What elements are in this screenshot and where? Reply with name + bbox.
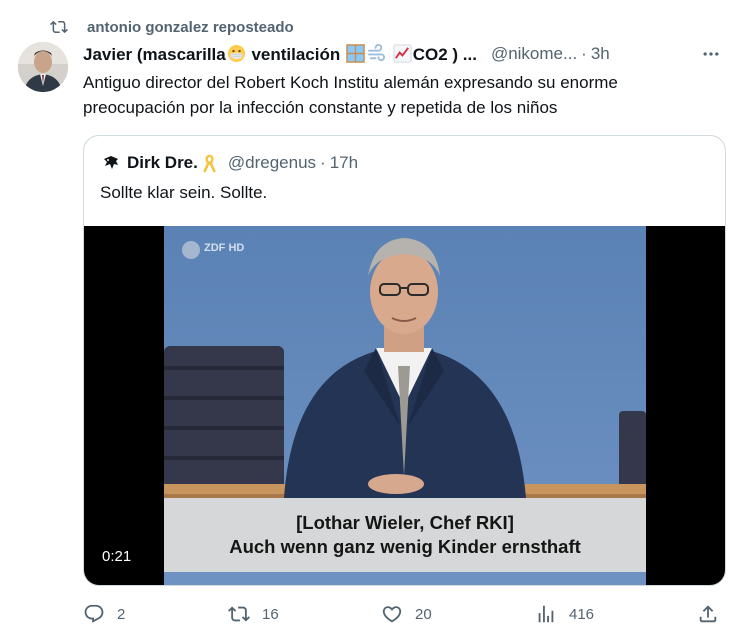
video-frame: ZDF HD [Lothar Wieler, Chef RKI] Auch we…	[164, 226, 646, 585]
subtitle-line-2: Auch wenn ganz wenig Kinder ernsthaft	[229, 536, 581, 557]
repost-count: 16	[262, 605, 279, 623]
mask-emoji	[227, 44, 246, 63]
avatar[interactable]	[18, 42, 68, 92]
quote-text: Sollte klar sein. Sollte.	[100, 183, 268, 202]
like-count: 20	[415, 605, 432, 623]
quote-author-handle[interactable]: @dregenus	[228, 153, 316, 173]
wind-emoji	[367, 43, 386, 63]
author-name-part2: ventilación	[246, 44, 345, 64]
reply-button[interactable]: 2	[83, 598, 125, 630]
author-handle[interactable]: @nikome...	[491, 44, 577, 64]
channel-logo: ZDF HD	[204, 242, 245, 254]
views-icon	[535, 603, 557, 625]
video-subtitle: [Lothar Wieler, Chef RKI] Auch wenn ganz…	[164, 498, 646, 572]
author-name-part3: CO2 ) ...	[412, 44, 477, 64]
reply-count: 2	[117, 605, 126, 623]
reply-icon	[83, 603, 105, 625]
more-options-icon[interactable]	[699, 42, 723, 66]
separator-dot: ·	[320, 153, 326, 172]
video-player[interactable]: ZDF HD [Lothar Wieler, Chef RKI] Auch we…	[84, 226, 725, 585]
tweet-text: Antiguo director del Robert Koch Institu…	[83, 73, 618, 117]
repost-label: antonio gonzalez reposteado	[87, 18, 294, 36]
repost-button[interactable]: 16	[228, 598, 279, 630]
retweet-icon	[50, 18, 68, 36]
quote-time[interactable]: 17h	[330, 153, 358, 173]
views-button[interactable]: 416	[535, 598, 594, 630]
tweet-time[interactable]: 3h	[591, 44, 610, 64]
ribbon-emoji	[200, 154, 219, 173]
chart-increasing-emoji	[393, 43, 412, 63]
quote-header: Dirk Dre. @dregenus · 17h	[101, 152, 358, 174]
share-icon	[697, 603, 719, 625]
author-name-part1: Javier (mascarilla	[83, 44, 226, 64]
subtitle-line-1: [Lothar Wieler, Chef RKI]	[296, 512, 514, 533]
share-button[interactable]	[697, 598, 719, 630]
quoted-tweet[interactable]: Dirk Dre. @dregenus · 17h Sollte klar se…	[83, 135, 726, 586]
retweet-icon	[228, 603, 250, 625]
like-button[interactable]: 20	[381, 598, 432, 630]
window-emoji	[346, 43, 365, 63]
repost-indicator[interactable]: antonio gonzalez reposteado	[50, 17, 294, 37]
author-name[interactable]: Javier (mascarilla ventilación CO2 ) ...	[83, 43, 477, 65]
video-duration: 0:21	[102, 548, 132, 565]
views-count: 416	[569, 605, 595, 623]
separator-dot: ·	[581, 44, 587, 63]
tweet-header: Javier (mascarilla ventilación CO2 ) ...…	[83, 42, 723, 66]
heart-icon	[381, 603, 403, 625]
action-bar: 2 16 20 416	[83, 598, 723, 630]
quote-author-name[interactable]: Dirk Dre.	[127, 153, 198, 173]
quote-avatar	[101, 153, 121, 173]
